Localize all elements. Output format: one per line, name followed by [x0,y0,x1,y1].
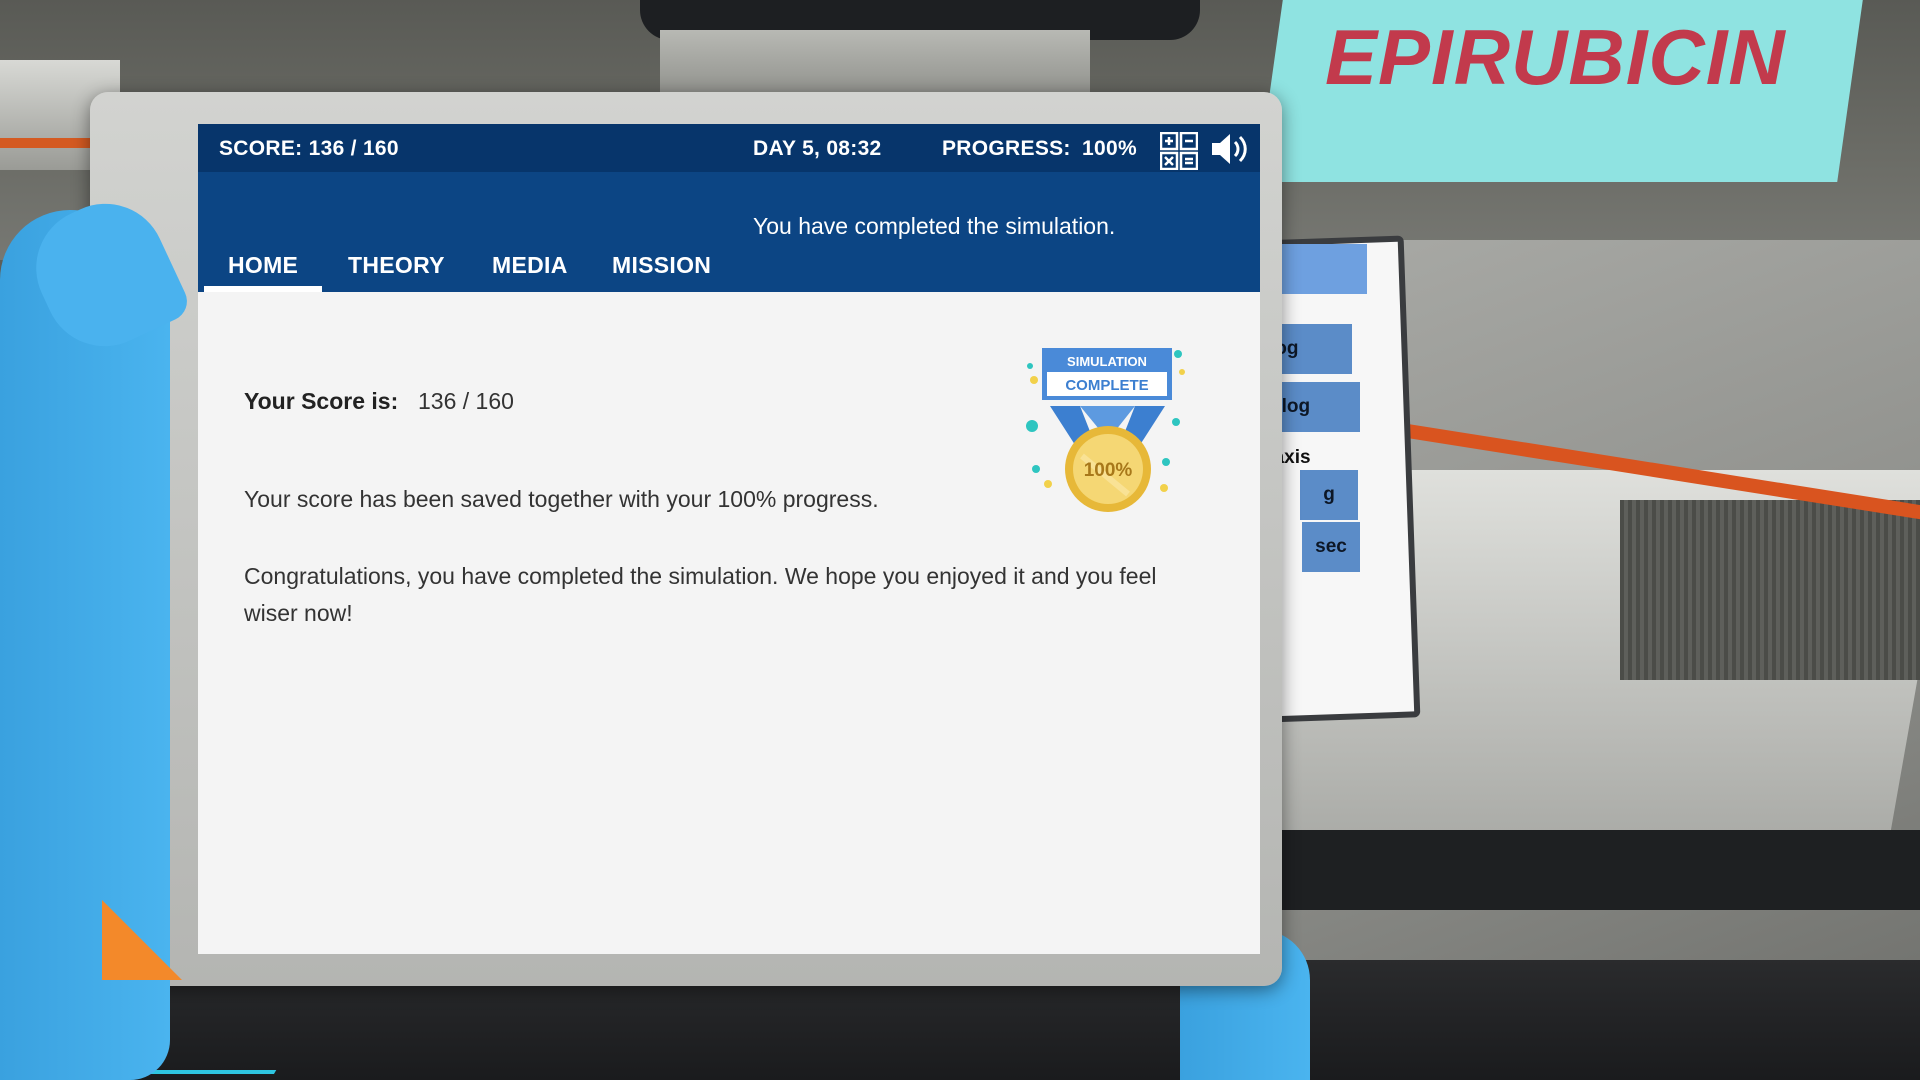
badge-line2: COMPLETE [1065,377,1148,394]
score-readout: SCORE: 136 / 160 [219,137,399,160]
side-tablet-button-g[interactable]: g [1300,470,1358,520]
simulation-complete-badge: SIMULATION COMPLETE 100% [1026,348,1185,512]
side-tablet-button-sec[interactable]: sec [1302,522,1360,572]
tablet-screen: SCORE: 136 / 160 DAY 5, 08:32 PROGRESS: … [198,124,1260,954]
nav-area: You have completed the simulation. HOME … [198,172,1260,292]
progress-label: PROGRESS: [942,137,1071,160]
top-status-bar: SCORE: 136 / 160 DAY 5, 08:32 PROGRESS: … [198,124,1260,172]
grid-menu-icon[interactable] [1160,132,1198,170]
score-value: 136 / 160 [418,388,514,414]
speaker-icon[interactable] [1210,132,1250,166]
tab-home[interactable]: HOME [228,252,298,279]
tab-mission[interactable]: MISSION [612,252,711,279]
badge-line1: SIMULATION [1067,354,1147,369]
ceiling-box [660,30,1090,100]
bench-grate [1620,500,1920,680]
day-time-readout: DAY 5, 08:32 [753,137,882,160]
tab-media[interactable]: MEDIA [492,252,568,279]
tab-theory[interactable]: THEORY [348,252,445,279]
home-content: Your Score is: 136 / 160 Your score has … [198,292,1260,954]
medal-text: 100% [1084,460,1133,481]
drug-label-text: EPIRUBICIN [1325,13,1786,101]
score-label: Your Score is: [244,388,399,414]
congratulations-message: Congratulations, you have completed the … [244,563,1157,626]
status-message: You have completed the simulation. [753,213,1116,239]
saved-message: Your score has been saved together with … [244,486,879,512]
progress-value: 100% [1082,137,1137,160]
counter-edge [1260,830,1920,910]
